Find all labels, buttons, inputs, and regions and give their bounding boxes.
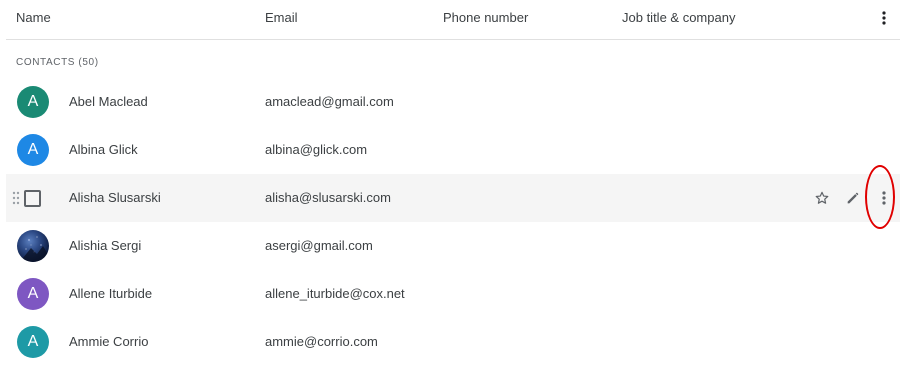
contact-row[interactable]: Alishia Sergi asergi@gmail.com	[0, 222, 900, 270]
contact-email: ammie@corrio.com	[265, 334, 378, 349]
contact-email: albina@glick.com	[265, 142, 368, 157]
contact-name: Alisha Slusarski	[69, 190, 161, 205]
star-outline-icon[interactable]	[810, 186, 834, 210]
contact-email: alisha@slusarski.com	[265, 190, 391, 205]
select-checkbox[interactable]	[24, 190, 41, 207]
contact-name: Ammie Corrio	[69, 334, 149, 349]
contact-name: Albina Glick	[69, 142, 138, 157]
column-header-job[interactable]: Job title & company	[622, 10, 735, 25]
column-header-name[interactable]: Name	[16, 10, 51, 25]
table-header: Name Email Phone number Job title & comp…	[0, 0, 900, 36]
contact-email: allene_iturbide@cox.net	[265, 286, 405, 301]
avatar[interactable]: A	[17, 326, 49, 358]
section-label: CONTACTS (50)	[16, 57, 99, 68]
contact-name: Abel Maclead	[69, 94, 148, 109]
contact-row[interactable]: A Abel Maclead amaclead@gmail.com	[0, 78, 900, 126]
contact-row[interactable]: A Albina Glick albina@glick.com	[0, 126, 900, 174]
avatar-photo[interactable]	[17, 230, 49, 262]
avatar[interactable]: A	[17, 86, 49, 118]
drag-handle-icon[interactable]	[12, 191, 20, 205]
contact-row[interactable]: A Allene Iturbide allene_iturbide@cox.ne…	[0, 270, 900, 318]
pencil-icon[interactable]	[841, 186, 865, 210]
avatar[interactable]: A	[17, 134, 49, 166]
header-divider	[6, 39, 900, 40]
contact-email: asergi@gmail.com	[265, 238, 373, 253]
header-more-vert-icon[interactable]	[872, 6, 896, 30]
contact-name: Alishia Sergi	[69, 238, 142, 253]
contact-row[interactable]: A Ammie Corrio ammie@corrio.com	[0, 318, 900, 366]
avatar[interactable]: A	[17, 278, 49, 310]
contact-row-hovered[interactable]: Alisha Slusarski alisha@slusarski.com	[6, 174, 900, 222]
contact-name: Allene Iturbide	[69, 286, 153, 301]
contact-list: A Abel Maclead amaclead@gmail.com A Albi…	[0, 78, 900, 366]
contact-email: amaclead@gmail.com	[265, 94, 394, 109]
column-header-email[interactable]: Email	[265, 10, 298, 25]
column-header-phone[interactable]: Phone number	[443, 10, 528, 25]
more-vert-icon[interactable]	[872, 186, 896, 210]
